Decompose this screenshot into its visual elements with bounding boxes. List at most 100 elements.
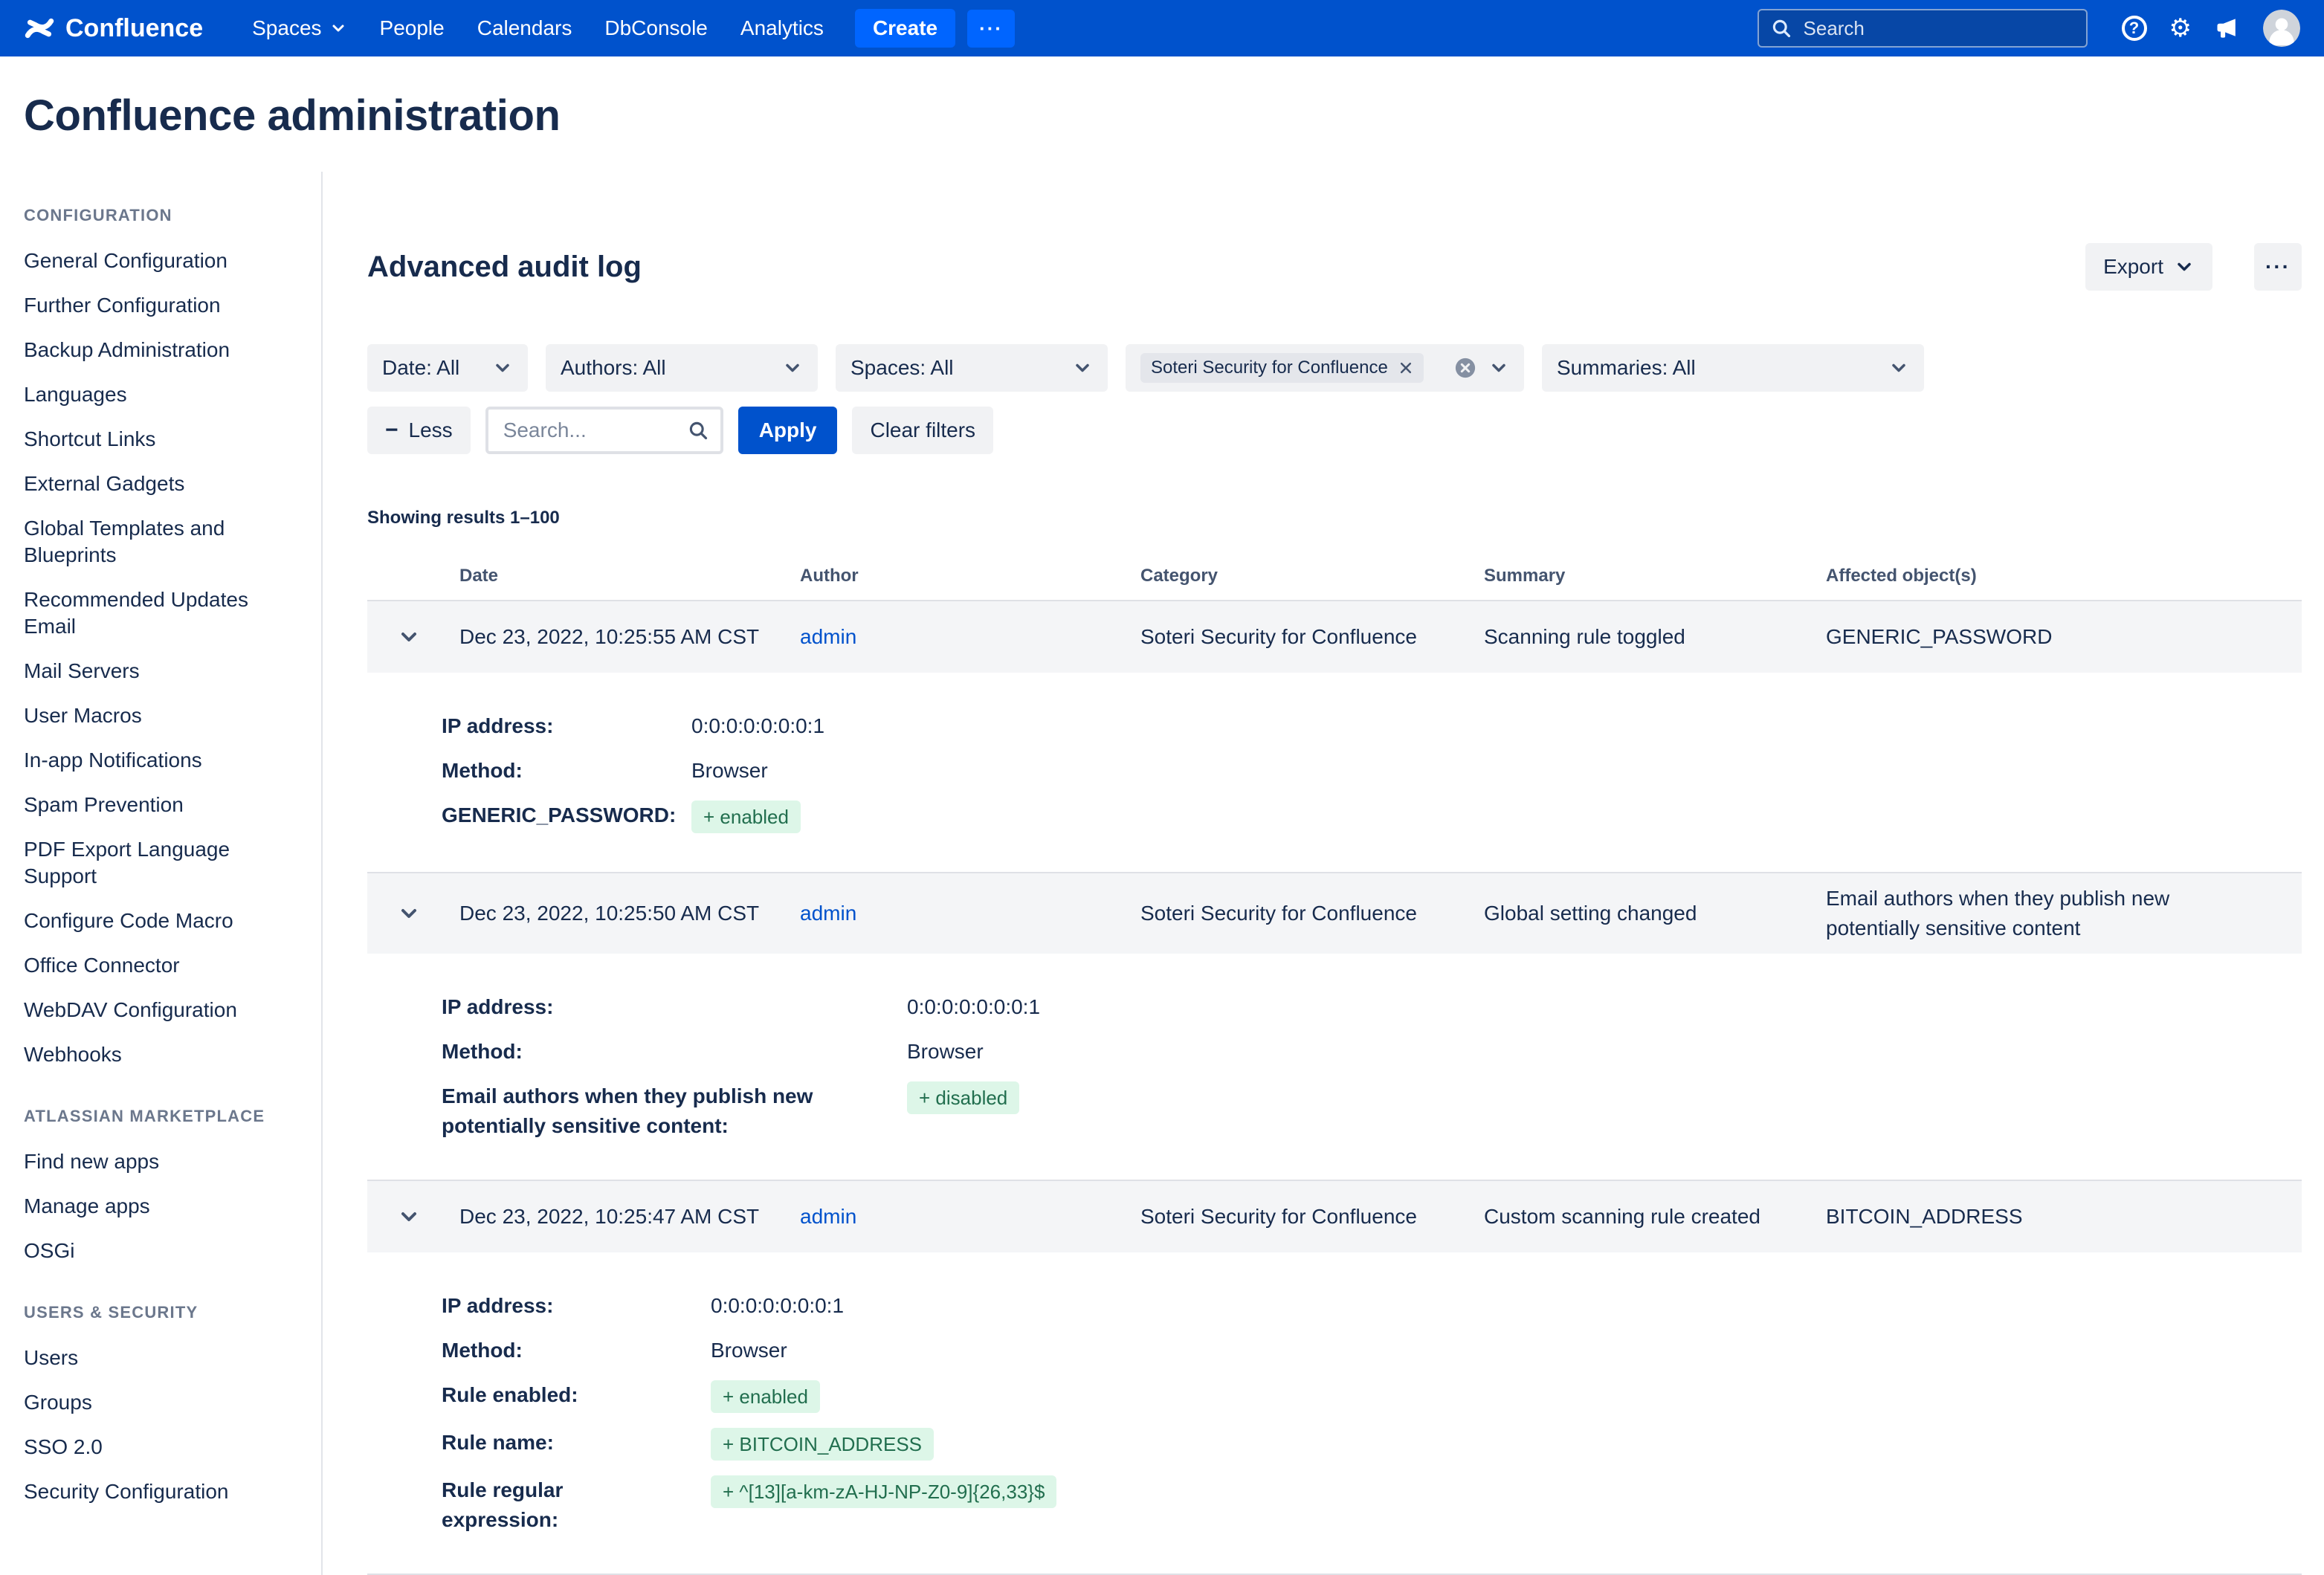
- change-added-badge: + BITCOIN_ADDRESS: [711, 1428, 934, 1461]
- sidebar-item-user-macros[interactable]: User Macros: [24, 702, 297, 729]
- audit-summary: Global setting changed: [1484, 899, 1826, 928]
- sidebar-item-users[interactable]: Users: [24, 1345, 297, 1371]
- change-added-badge: + disabled: [907, 1081, 1019, 1114]
- page-header: Confluence administration: [0, 56, 2324, 172]
- sidebar-item-osgi[interactable]: OSGi: [24, 1238, 297, 1264]
- sidebar-item-manage-apps[interactable]: Manage apps: [24, 1193, 297, 1220]
- audit-row-header[interactable]: Dec 23, 2022, 10:25:55 AM CST admin Sote…: [367, 601, 2302, 673]
- sidebar-item-security-configuration[interactable]: Security Configuration: [24, 1478, 297, 1505]
- nav-item-analytics[interactable]: Analytics: [724, 16, 840, 40]
- create-button[interactable]: Create: [855, 9, 955, 48]
- collapse-chevron-icon[interactable]: [367, 1205, 459, 1229]
- global-search[interactable]: [1757, 9, 2088, 48]
- col-header-date: Date: [459, 566, 800, 586]
- sidebar-item-further-configuration[interactable]: Further Configuration: [24, 292, 297, 319]
- collapse-chevron-icon[interactable]: [367, 902, 459, 925]
- nav-item-people[interactable]: People: [364, 16, 461, 40]
- sidebar-item-shortcut-links[interactable]: Shortcut Links: [24, 426, 297, 453]
- sidebar-item-languages[interactable]: Languages: [24, 381, 297, 408]
- user-avatar[interactable]: [2263, 10, 2300, 47]
- confluence-admin-page: Confluence Spaces People Calendars DbCon…: [0, 0, 2324, 1575]
- detail-value: 0:0:0:0:0:0:0:1: [691, 711, 2302, 741]
- sidebar-item-webhooks[interactable]: Webhooks: [24, 1041, 297, 1068]
- col-header-summary: Summary: [1484, 566, 1826, 586]
- audit-category: Soteri Security for Confluence: [1140, 899, 1484, 928]
- filter-bar-row2: − Less Apply Clear filters: [367, 407, 2302, 454]
- chevron-down-icon: [329, 19, 347, 37]
- nav-item-spaces[interactable]: Spaces: [236, 16, 363, 40]
- detail-label: IP address:: [442, 711, 691, 741]
- change-added-badge: + enabled: [691, 801, 801, 833]
- spaces-filter-dropdown[interactable]: Spaces: All: [836, 344, 1108, 392]
- audit-row-header[interactable]: Dec 23, 2022, 10:25:50 AM CST admin Sote…: [367, 873, 2302, 954]
- gear-icon[interactable]: ⚙: [2169, 16, 2192, 41]
- sidebar-item-sso[interactable]: SSO 2.0: [24, 1434, 297, 1461]
- audit-author-link[interactable]: admin: [800, 622, 1140, 652]
- results-caption: Showing results 1–100: [367, 508, 2302, 528]
- sidebar-item-pdf-export-language[interactable]: PDF Export Language Support: [24, 836, 297, 890]
- audit-date: Dec 23, 2022, 10:25:50 AM CST: [459, 899, 800, 928]
- less-filters-button[interactable]: − Less: [367, 407, 471, 454]
- sidebar-heading-users-security: USERS & SECURITY: [24, 1303, 297, 1322]
- audit-row: Dec 23, 2022, 10:25:55 AM CST admin Sote…: [367, 600, 2302, 872]
- audit-row-details: IP address: 0:0:0:0:0:0:0:1 Method: Brow…: [367, 954, 2302, 1180]
- authors-filter-dropdown[interactable]: Authors: All: [546, 344, 818, 392]
- announcements-icon[interactable]: [2214, 15, 2241, 42]
- navbar-more-button[interactable]: ···: [967, 10, 1015, 48]
- sidebar-item-external-gadgets[interactable]: External Gadgets: [24, 470, 297, 497]
- sidebar-item-global-templates[interactable]: Global Templates and Blueprints: [24, 515, 297, 569]
- change-added-badge: + ^[13][a-km-zA-HJ-NP-Z0-9]{26,33}$: [711, 1475, 1056, 1508]
- sidebar-item-spam-prevention[interactable]: Spam Prevention: [24, 792, 297, 818]
- export-button[interactable]: Export: [2085, 243, 2212, 291]
- audit-search-box[interactable]: [485, 407, 723, 454]
- col-header-category: Category: [1140, 566, 1484, 586]
- nav-item-calendars[interactable]: Calendars: [461, 16, 589, 40]
- sidebar-item-configure-code-macro[interactable]: Configure Code Macro: [24, 908, 297, 934]
- nav-item-dbconsole[interactable]: DbConsole: [588, 16, 724, 40]
- col-header-author: Author: [800, 566, 1140, 586]
- audit-affected: BITCOIN_ADDRESS: [1826, 1202, 2302, 1232]
- sidebar-item-backup-administration[interactable]: Backup Administration: [24, 337, 297, 363]
- change-added-badge: + enabled: [711, 1380, 820, 1413]
- audit-row: Dec 23, 2022, 10:25:47 AM CST admin Sote…: [367, 1180, 2302, 1574]
- sidebar-heading-configuration: CONFIGURATION: [24, 206, 297, 225]
- collapse-chevron-icon[interactable]: [367, 625, 459, 649]
- audit-author-link[interactable]: admin: [800, 899, 1140, 928]
- detail-value: 0:0:0:0:0:0:0:1: [711, 1291, 2302, 1321]
- sidebar-item-general-configuration[interactable]: General Configuration: [24, 248, 297, 274]
- chevron-down-icon[interactable]: [1488, 358, 1509, 378]
- audit-log-main: Advanced audit log Export ··· Date: All …: [323, 172, 2324, 1575]
- apply-button[interactable]: Apply: [738, 407, 838, 454]
- help-icon[interactable]: ?: [2122, 16, 2147, 41]
- detail-label: Rule regular expression:: [442, 1475, 711, 1535]
- audit-summary: Scanning rule toggled: [1484, 622, 1826, 652]
- date-filter-dropdown[interactable]: Date: All: [367, 344, 528, 392]
- sidebar-item-in-app-notifications[interactable]: In-app Notifications: [24, 747, 297, 774]
- clear-filters-button[interactable]: Clear filters: [852, 407, 993, 454]
- sidebar-item-office-connector[interactable]: Office Connector: [24, 952, 297, 979]
- sidebar-item-mail-servers[interactable]: Mail Servers: [24, 658, 297, 685]
- audit-row-details: IP address: 0:0:0:0:0:0:0:1 Method: Brow…: [367, 673, 2302, 872]
- search-icon: [688, 420, 709, 441]
- detail-label: Email authors when they publish new pote…: [442, 1081, 907, 1141]
- global-search-input[interactable]: [1801, 16, 2074, 42]
- sidebar-item-find-new-apps[interactable]: Find new apps: [24, 1148, 297, 1175]
- summaries-filter-dropdown[interactable]: Summaries: All: [1542, 344, 1924, 392]
- more-options-button[interactable]: ···: [2254, 243, 2302, 291]
- audit-row-header[interactable]: Dec 23, 2022, 10:25:47 AM CST admin Sote…: [367, 1181, 2302, 1252]
- col-header-affected: Affected object(s): [1826, 566, 2302, 586]
- confluence-logo[interactable]: Confluence: [24, 13, 203, 44]
- audit-author-link[interactable]: admin: [800, 1202, 1140, 1232]
- detail-label: GENERIC_PASSWORD:: [442, 801, 691, 830]
- remove-chip-icon[interactable]: [1398, 360, 1413, 375]
- audit-date: Dec 23, 2022, 10:25:47 AM CST: [459, 1202, 800, 1232]
- sidebar-item-recommended-updates-email[interactable]: Recommended Updates Email: [24, 586, 297, 640]
- clear-filter-icon[interactable]: [1454, 357, 1476, 379]
- category-filter-multiselect[interactable]: Soteri Security for Confluence: [1126, 344, 1524, 392]
- audit-search-input[interactable]: [500, 417, 679, 444]
- sidebar-item-groups[interactable]: Groups: [24, 1389, 297, 1416]
- audit-affected: Email authors when they publish new pote…: [1826, 884, 2302, 943]
- sidebar-item-webdav-configuration[interactable]: WebDAV Configuration: [24, 997, 297, 1023]
- filter-bar: Date: All Authors: All Spaces: All Soter…: [367, 344, 2302, 392]
- detail-value: Browser: [691, 756, 2302, 786]
